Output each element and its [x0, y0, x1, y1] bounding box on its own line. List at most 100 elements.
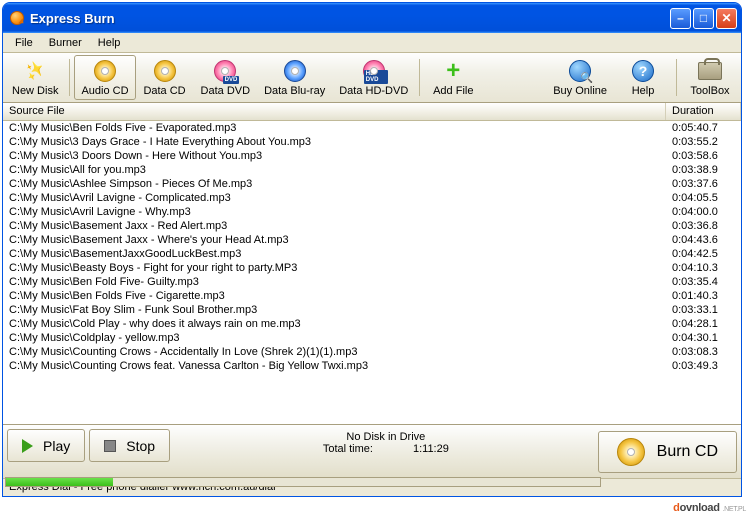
file-duration: 0:04:10.3 [666, 261, 741, 275]
progress-bar [5, 477, 601, 487]
list-header: Source File Duration [3, 103, 741, 121]
file-path: C:\My Music\Basement Jaxx - Where's your… [3, 233, 666, 247]
file-path: C:\My Music\Beasty Boys - Fight for your… [3, 261, 666, 275]
file-duration: 0:03:37.6 [666, 177, 741, 191]
data-hddvd-button[interactable]: HD-DVD Data HD-DVD [332, 55, 415, 100]
stop-label: Stop [126, 438, 155, 454]
data-hddvd-label: Data HD-DVD [339, 85, 408, 97]
total-time-value: 1:11:29 [413, 443, 449, 455]
table-row[interactable]: C:\My Music\Avril Lavigne - Complicated.… [3, 191, 741, 205]
table-row[interactable]: C:\My Music\Fat Boy Slim - Funk Soul Bro… [3, 303, 741, 317]
watermark-rest: ovnload [680, 502, 720, 514]
file-path: C:\My Music\Coldplay - yellow.mp3 [3, 331, 666, 345]
file-duration: 0:04:28.1 [666, 317, 741, 331]
wand-icon: ✨ [21, 58, 49, 84]
file-path: C:\My Music\BasementJaxxGoodLuckBest.mp3 [3, 247, 666, 261]
help-icon: ? [629, 58, 657, 84]
file-duration: 0:03:33.1 [666, 303, 741, 317]
menu-help[interactable]: Help [90, 35, 129, 51]
file-duration: 0:03:08.3 [666, 345, 741, 359]
maximize-button[interactable]: □ [693, 8, 714, 29]
bottom-panel: Play Stop No Disk in Drive Total time:1:… [3, 424, 741, 478]
new-disk-label: New Disk [12, 85, 58, 97]
file-path: C:\My Music\Counting Crows feat. Vanessa… [3, 359, 666, 373]
data-bluray-button[interactable]: Data Blu-ray [257, 55, 332, 100]
audio-cd-label: Audio CD [81, 85, 128, 97]
table-row[interactable]: C:\My Music\Ben Folds Five - Evaporated.… [3, 121, 741, 135]
file-path: C:\My Music\Avril Lavigne - Why.mp3 [3, 205, 666, 219]
dvd-badge: DVD [223, 76, 240, 84]
minimize-button[interactable]: – [670, 8, 691, 29]
audio-cd-button[interactable]: Audio CD [74, 55, 135, 100]
table-row[interactable]: C:\My Music\Beasty Boys - Fight for your… [3, 261, 741, 275]
toolbar: ✨ New Disk Audio CD Data CD DVD Data DVD… [3, 53, 741, 103]
table-row[interactable]: C:\My Music\Ben Fold Five- Guilty.mp30:0… [3, 275, 741, 289]
data-dvd-button[interactable]: DVD Data DVD [194, 55, 258, 100]
table-row[interactable]: C:\My Music\Counting Crows - Accidentall… [3, 345, 741, 359]
file-path: C:\My Music\3 Doors Down - Here Without … [3, 149, 666, 163]
burn-cd-button[interactable]: Burn CD [598, 431, 737, 473]
new-disk-button[interactable]: ✨ New Disk [5, 55, 65, 100]
menu-burner[interactable]: Burner [41, 35, 90, 51]
disc-icon [91, 58, 119, 84]
column-source-file[interactable]: Source File [3, 103, 666, 120]
data-cd-label: Data CD [143, 85, 185, 97]
spacer [482, 55, 546, 100]
disc-hddvd-icon: HD-DVD [360, 58, 388, 84]
watermark: dovnload .NET.PL [673, 502, 746, 514]
file-path: C:\My Music\Fat Boy Slim - Funk Soul Bro… [3, 303, 666, 317]
table-row[interactable]: C:\My Music\Basement Jaxx - Where's your… [3, 233, 741, 247]
file-path: C:\My Music\Avril Lavigne - Complicated.… [3, 191, 666, 205]
buy-online-button[interactable]: Buy Online [546, 55, 614, 100]
disc-icon [151, 58, 179, 84]
table-row[interactable]: C:\My Music\Cold Play - why does it alwa… [3, 317, 741, 331]
table-row[interactable]: C:\My Music\BasementJaxxGoodLuckBest.mp3… [3, 247, 741, 261]
disc-bluray-icon [281, 58, 309, 84]
column-duration[interactable]: Duration [666, 103, 741, 120]
hddvd-badge: HD-DVD [364, 70, 388, 84]
play-button[interactable]: Play [7, 429, 85, 462]
help-button[interactable]: ? Help [614, 55, 672, 100]
help-label: Help [632, 85, 655, 97]
file-duration: 0:04:05.5 [666, 191, 741, 205]
stop-button[interactable]: Stop [89, 429, 170, 462]
table-row[interactable]: C:\My Music\Coldplay - yellow.mp30:04:30… [3, 331, 741, 345]
file-path: C:\My Music\Ben Folds Five - Cigarette.m… [3, 289, 666, 303]
table-row[interactable]: C:\My Music\Ben Folds Five - Cigarette.m… [3, 289, 741, 303]
disc-dvd-icon: DVD [211, 58, 239, 84]
table-row[interactable]: C:\My Music\3 Doors Down - Here Without … [3, 149, 741, 163]
window-title: Express Burn [30, 11, 668, 26]
file-duration: 0:03:58.6 [666, 149, 741, 163]
info-area: No Disk in Drive Total time:1:11:29 [174, 429, 598, 474]
file-duration: 0:03:49.3 [666, 359, 741, 373]
table-row[interactable]: C:\My Music\All for you.mp30:03:38.9 [3, 163, 741, 177]
app-icon [9, 10, 25, 26]
data-cd-button[interactable]: Data CD [136, 55, 194, 100]
titlebar[interactable]: Express Burn – □ ✕ [3, 3, 741, 33]
buy-online-label: Buy Online [553, 85, 607, 97]
data-dvd-label: Data DVD [201, 85, 251, 97]
toolbox-button[interactable]: ToolBox [681, 55, 739, 100]
file-path: C:\My Music\Ashlee Simpson - Pieces Of M… [3, 177, 666, 191]
file-duration: 0:05:40.7 [666, 121, 741, 135]
file-duration: 0:04:43.6 [666, 233, 741, 247]
separator [69, 59, 70, 96]
file-duration: 0:03:35.4 [666, 275, 741, 289]
table-row[interactable]: C:\My Music\Ashlee Simpson - Pieces Of M… [3, 177, 741, 191]
menu-file[interactable]: File [7, 35, 41, 51]
table-row[interactable]: C:\My Music\3 Days Grace - I Hate Everyt… [3, 135, 741, 149]
close-button[interactable]: ✕ [716, 8, 737, 29]
table-row[interactable]: C:\My Music\Counting Crows feat. Vanessa… [3, 359, 741, 373]
add-file-button[interactable]: + Add File [424, 55, 482, 100]
watermark-suffix: .NET.PL [722, 506, 746, 513]
file-duration: 0:01:40.3 [666, 289, 741, 303]
file-path: C:\My Music\3 Days Grace - I Hate Everyt… [3, 135, 666, 149]
table-row[interactable]: C:\My Music\Basement Jaxx - Red Alert.mp… [3, 219, 741, 233]
table-row[interactable]: C:\My Music\Avril Lavigne - Why.mp30:04:… [3, 205, 741, 219]
file-path: C:\My Music\Basement Jaxx - Red Alert.mp… [3, 219, 666, 233]
burn-label: Burn CD [657, 443, 718, 461]
separator [676, 59, 677, 96]
globe-icon [566, 58, 594, 84]
toolbox-label: ToolBox [690, 85, 729, 97]
file-list[interactable]: C:\My Music\Ben Folds Five - Evaporated.… [3, 121, 741, 424]
